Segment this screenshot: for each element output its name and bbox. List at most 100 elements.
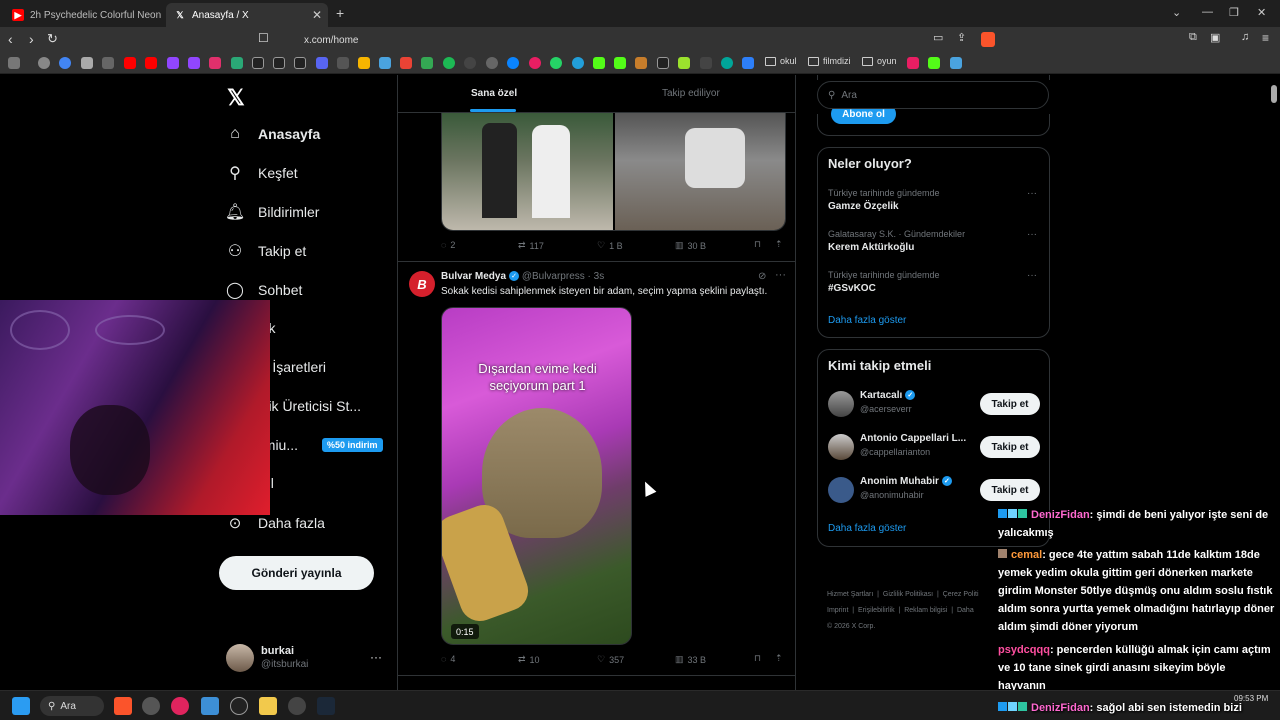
google-icon[interactable] [59, 57, 71, 69]
bookmark-icon[interactable] [231, 57, 243, 69]
trend-item[interactable]: Türkiye tarihinde gündemde Gamze Özçelik [828, 188, 940, 212]
tab-following[interactable]: Takip ediliyor [662, 88, 720, 99]
brave-shield-icon[interactable] [981, 32, 995, 47]
new-tab-button[interactable]: + [336, 5, 344, 21]
brave-icon[interactable] [114, 697, 132, 715]
window-close-button[interactable]: ✕ [1257, 6, 1266, 19]
drive-icon[interactable] [421, 57, 433, 69]
file-explorer-icon[interactable] [259, 697, 277, 715]
account-more-icon[interactable]: ··· [370, 650, 382, 664]
footer-link[interactable]: Hizmet Şartları [827, 591, 873, 598]
bookmark-icon[interactable] [721, 57, 733, 69]
follow-button[interactable]: Takip et [980, 393, 1040, 415]
bookmark-page-icon[interactable]: ☐ [258, 31, 269, 45]
bookmark-icon[interactable] [379, 57, 391, 69]
cast-icon[interactable]: ▭ [933, 31, 943, 44]
bookmark-icon[interactable] [529, 57, 541, 69]
bookmark-icon[interactable]: ⊓ [754, 653, 761, 664]
suggestion-item[interactable]: Anonim Muhabir ✓ @anonimuhabir [860, 476, 952, 500]
windows-start-icon[interactable] [12, 697, 30, 715]
sidebar-item-follow[interactable]: ⚇ Takip et [226, 242, 306, 260]
avatar[interactable] [226, 644, 254, 672]
sidebar-item-creator-studio[interactable]: erik Üreticisi St... [256, 398, 361, 414]
reload-button[interactable]: ↻ [47, 31, 58, 47]
maximize-button[interactable]: ❐ [1229, 6, 1239, 19]
author-avatar[interactable]: B [409, 271, 435, 297]
bookmark-icon[interactable] [950, 57, 962, 69]
sidebar-item-explore[interactable]: ⚲ Keşfet [226, 164, 298, 182]
apps-icon[interactable] [8, 57, 20, 69]
bookmark-icon[interactable] [507, 57, 519, 69]
trend-more-icon[interactable]: ··· [1027, 229, 1037, 240]
follow-button[interactable]: Takip et [980, 436, 1040, 458]
sidebar-item-more[interactable]: ⊙ Daha fazla [226, 514, 325, 532]
repost-button[interactable]: ⇄ 117 [518, 240, 544, 251]
menu-icon[interactable]: ≡ [1262, 31, 1269, 45]
sidebar-item-chat[interactable]: ◯ Sohbet [226, 281, 302, 299]
discord-icon[interactable] [316, 57, 328, 69]
footer-link[interactable]: Imprint [827, 607, 848, 614]
bookmark-icon[interactable] [742, 57, 754, 69]
bookmark-icon[interactable] [81, 57, 93, 69]
bookmark-icon[interactable] [102, 57, 114, 69]
bookmark-icon[interactable] [486, 57, 498, 69]
bookmark-icon[interactable] [700, 57, 712, 69]
scrollbar-thumb[interactable] [1271, 85, 1277, 103]
trend-more-icon[interactable]: ··· [1027, 188, 1037, 199]
kick-icon[interactable] [928, 57, 940, 69]
youtube-icon[interactable] [124, 57, 136, 69]
views-button[interactable]: ▥ 30 B [675, 240, 706, 251]
show-more-follow-link[interactable]: Daha fazla göster [828, 523, 906, 534]
bookmark-folder-filmdizi[interactable]: filmdizi [808, 56, 851, 66]
share-icon[interactable]: ⇪ [957, 31, 966, 44]
tab-x-home[interactable]: 𝕏 Anasayfa / X ✕ [166, 3, 328, 27]
steam-icon[interactable] [317, 697, 335, 715]
author-handle[interactable]: @Bulvarpress [522, 271, 585, 282]
share-icon[interactable]: ⇡ [775, 653, 783, 664]
back-button[interactable]: ‹ [8, 31, 13, 47]
url-field[interactable]: x.com/home [282, 30, 1002, 50]
app-icon[interactable] [288, 697, 306, 715]
telegram-icon[interactable] [572, 57, 584, 69]
twitch-icon[interactable] [167, 57, 179, 69]
avatar[interactable] [828, 477, 854, 503]
tab-for-you[interactable]: Sana özel [471, 88, 517, 99]
like-button[interactable]: ♡ 357 [597, 654, 624, 665]
show-more-trends-link[interactable]: Daha fazla göster [828, 315, 906, 326]
like-button[interactable]: ♡ 1 B [597, 240, 623, 251]
bookmark-icon[interactable] [635, 57, 647, 69]
bookmark-icon[interactable]: ⊓ [754, 239, 761, 250]
reply-button[interactable]: ◌ 4 [441, 654, 455, 664]
account-switcher[interactable]: burkai @itsburkai [261, 645, 308, 670]
youtube-icon[interactable] [145, 57, 157, 69]
footer-link[interactable]: Daha [957, 607, 974, 614]
app-icon[interactable] [142, 697, 160, 715]
kick-icon[interactable] [593, 57, 605, 69]
taskbar-search[interactable]: ⚲ Ara [40, 696, 104, 716]
bookmark-folder-oyun[interactable]: oyun [862, 56, 897, 66]
reply-button[interactable]: ◌ 2 [441, 240, 455, 250]
trend-item[interactable]: Galatasaray S.K. · Gündemdekiler Kerem A… [828, 229, 965, 253]
bookmark-icon[interactable] [337, 57, 349, 69]
post-media[interactable] [441, 113, 786, 231]
twitch-icon[interactable] [188, 57, 200, 69]
author-name[interactable]: Bulvar Medya [441, 271, 506, 282]
spotify-icon[interactable] [443, 57, 455, 69]
footer-link[interactable]: Gizlilik Politikası [883, 591, 933, 598]
minimize-button[interactable]: — [1202, 6, 1213, 18]
chevron-down-icon[interactable]: ⌄ [1172, 6, 1181, 19]
bookmark-folder-okul[interactable]: okul [765, 56, 797, 66]
post-image[interactable] [442, 113, 613, 230]
app-icon[interactable] [230, 697, 248, 715]
tab-youtube[interactable]: ▶ 2h Psychedelic Colorful Neon Backgr [4, 3, 164, 27]
sidebar-item-home[interactable]: ⌂ Anasayfa [226, 125, 320, 143]
forward-button[interactable]: › [29, 31, 34, 47]
x-icon[interactable] [252, 57, 264, 69]
suggestion-item[interactable]: Antonio Cappellari L... @cappellarianton [860, 433, 966, 457]
views-button[interactable]: ▥ 33 B [675, 654, 706, 665]
post-image[interactable] [615, 113, 785, 230]
footer-link[interactable]: Çerez Politi [943, 591, 979, 598]
bookmark-icon[interactable] [464, 57, 476, 69]
share-icon[interactable]: ⇡ [775, 239, 783, 250]
footer-link[interactable]: Erişilebilirlik [858, 607, 895, 614]
